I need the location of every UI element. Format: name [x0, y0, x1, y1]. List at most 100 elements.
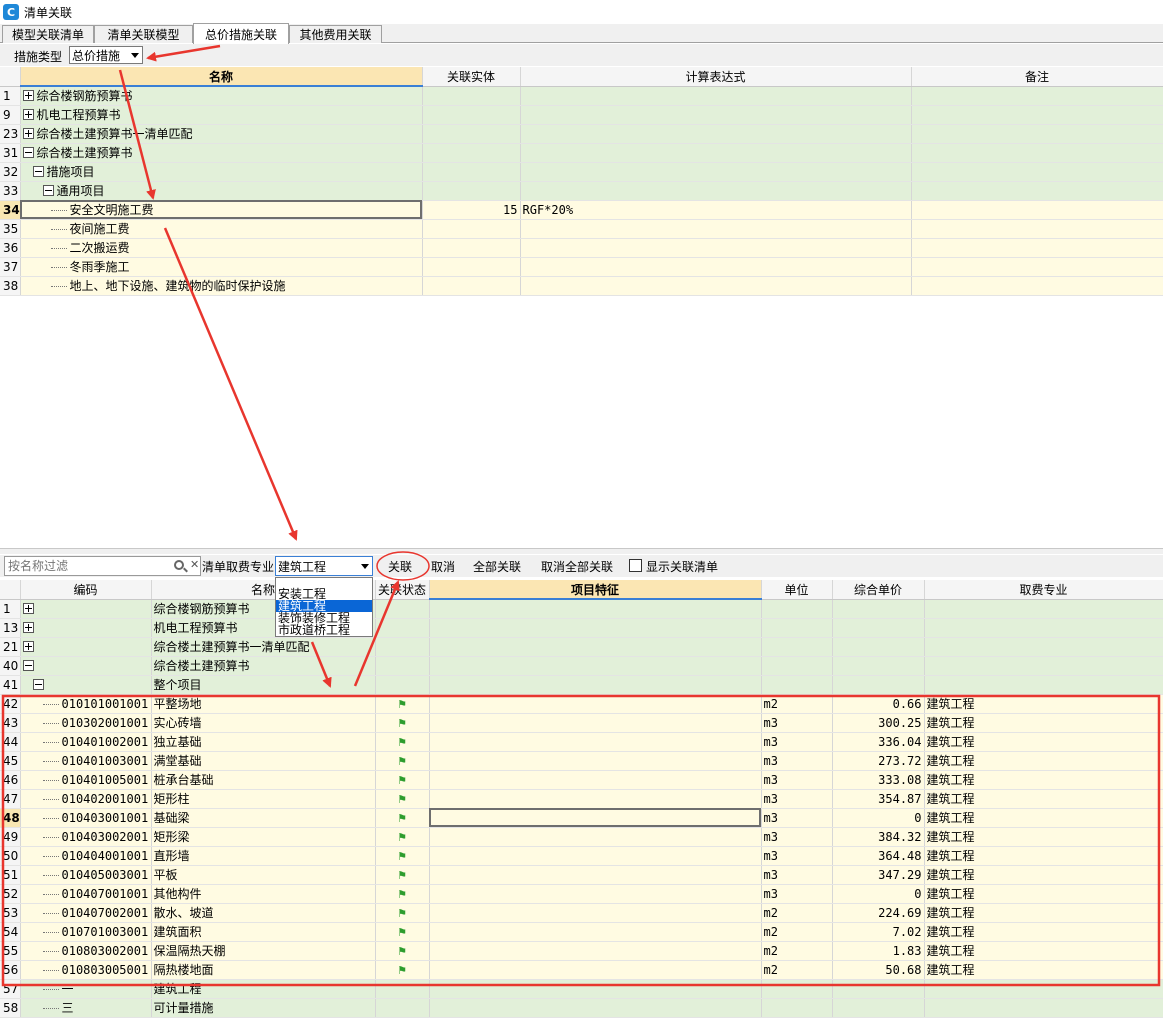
specialty-select[interactable]: 建筑工程 — [275, 556, 373, 576]
feature-cell[interactable] — [429, 637, 762, 657]
name-cell[interactable]: 满堂基础 — [151, 751, 376, 771]
specialty-cell[interactable]: 建筑工程 — [924, 808, 1163, 828]
note-cell[interactable] — [911, 276, 1163, 296]
name-cell[interactable]: 机电工程预算书 — [20, 105, 423, 125]
name-cell[interactable]: 其他构件 — [151, 884, 376, 904]
table-row[interactable]: 38 地上、地下设施、建筑物的临时保护设施 — [0, 276, 1163, 296]
note-cell[interactable] — [911, 181, 1163, 201]
tab-list-link-model[interactable]: 清单关联模型 — [94, 25, 193, 43]
unit-price-cell[interactable] — [832, 979, 925, 999]
feature-cell[interactable] — [429, 846, 762, 866]
expression-cell[interactable] — [520, 162, 912, 182]
code-cell[interactable] — [20, 599, 152, 619]
expression-cell[interactable] — [520, 181, 912, 201]
name-cell[interactable]: 综合楼土建预算书 — [151, 656, 376, 676]
link-status-cell[interactable]: ⚑ — [375, 751, 430, 771]
unit-cell[interactable]: m3 — [761, 789, 833, 809]
unit-cell[interactable] — [761, 675, 833, 695]
show-linked-checkbox[interactable] — [629, 559, 642, 572]
code-cell[interactable]: 010402001001 — [20, 789, 152, 809]
note-cell[interactable] — [911, 86, 1163, 106]
specialty-cell[interactable]: 建筑工程 — [924, 846, 1163, 866]
name-cell[interactable]: 矩形柱 — [151, 789, 376, 809]
unit-price-cell[interactable]: 364.48 — [832, 846, 925, 866]
table-row[interactable]: 33 通用项目 — [0, 181, 1163, 201]
table-row[interactable]: 9 机电工程预算书 — [0, 105, 1163, 125]
dropdown-option[interactable]: 市政道桥工程 — [276, 624, 372, 636]
note-cell[interactable] — [911, 124, 1163, 144]
unit-cell[interactable] — [761, 637, 833, 657]
table-row[interactable]: 37 冬雨季施工 — [0, 257, 1163, 277]
unit-cell[interactable]: m3 — [761, 751, 833, 771]
entity-cell[interactable] — [422, 105, 521, 125]
name-cell[interactable]: 通用项目 — [20, 181, 423, 201]
feature-cell[interactable] — [429, 770, 762, 790]
name-cell[interactable]: 建筑面积 — [151, 922, 376, 942]
code-cell[interactable]: 三 — [20, 998, 152, 1018]
specialty-cell[interactable] — [924, 656, 1163, 676]
specialty-cell[interactable]: 建筑工程 — [924, 751, 1163, 771]
name-cell[interactable]: 综合楼钢筋预算书 — [20, 86, 423, 106]
collapse-icon[interactable] — [22, 659, 34, 671]
table-row[interactable]: 43 010302001001 实心砖墙 ⚑ m3 300.25 建筑工程 — [0, 713, 1163, 733]
unit-price-cell[interactable]: 354.87 — [832, 789, 925, 809]
tab-model-link-list[interactable]: 模型关联清单 — [2, 25, 94, 43]
name-cell[interactable]: 地上、地下设施、建筑物的临时保护设施 — [20, 276, 423, 296]
name-cell[interactable]: 安全文明施工费 — [20, 200, 423, 220]
unit-price-cell[interactable]: 273.72 — [832, 751, 925, 771]
unit-price-cell[interactable]: 1.83 — [832, 941, 925, 961]
code-cell[interactable]: 010701003001 — [20, 922, 152, 942]
name-cell[interactable]: 可计量措施 — [151, 998, 376, 1018]
table-row[interactable]: 46 010401005001 桩承台基础 ⚑ m3 333.08 建筑工程 — [0, 770, 1163, 790]
entity-cell[interactable] — [422, 124, 521, 144]
unit-price-cell[interactable]: 50.68 — [832, 960, 925, 980]
name-cell[interactable]: 隔热楼地面 — [151, 960, 376, 980]
feature-cell[interactable] — [429, 789, 762, 809]
code-cell[interactable]: 010401002001 — [20, 732, 152, 752]
link-status-cell[interactable] — [375, 656, 430, 676]
link-status-cell[interactable]: ⚑ — [375, 694, 430, 714]
link-status-cell[interactable]: ⚑ — [375, 846, 430, 866]
entity-cell[interactable] — [422, 238, 521, 258]
collapse-icon[interactable] — [22, 147, 34, 158]
unit-cell[interactable]: m3 — [761, 732, 833, 752]
table-row[interactable]: 44 010401002001 独立基础 ⚑ m3 336.04 建筑工程 — [0, 732, 1163, 752]
unit-cell[interactable]: m3 — [761, 713, 833, 733]
table-row[interactable]: 21 综合楼土建预算书一清单匹配 — [0, 637, 1163, 657]
table-row[interactable]: 45 010401003001 满堂基础 ⚑ m3 273.72 建筑工程 — [0, 751, 1163, 771]
unit-cell[interactable] — [761, 618, 833, 638]
name-cell[interactable]: 二次搬运费 — [20, 238, 423, 258]
code-cell[interactable]: 010404001001 — [20, 846, 152, 866]
specialty-cell[interactable] — [924, 979, 1163, 999]
cancel-button[interactable]: 取消 — [431, 558, 455, 575]
specialty-cell[interactable]: 建筑工程 — [924, 865, 1163, 885]
note-cell[interactable] — [911, 257, 1163, 277]
specialty-cell[interactable] — [924, 599, 1163, 619]
expression-cell[interactable] — [520, 276, 912, 296]
unit-cell[interactable]: m3 — [761, 865, 833, 885]
table-row[interactable]: 51 010405003001 平板 ⚑ m3 347.29 建筑工程 — [0, 865, 1163, 885]
name-cell[interactable]: 综合楼土建预算书一清单匹配 — [20, 124, 423, 144]
collapse-icon[interactable] — [32, 166, 44, 177]
pane-splitter[interactable] — [0, 548, 1163, 554]
code-cell[interactable] — [20, 618, 152, 638]
entity-cell[interactable] — [422, 276, 521, 296]
feature-cell[interactable] — [429, 751, 762, 771]
code-cell[interactable]: 010302001001 — [20, 713, 152, 733]
entity-cell[interactable] — [422, 86, 521, 106]
feature-cell[interactable] — [429, 732, 762, 752]
code-cell[interactable] — [20, 637, 152, 657]
feature-cell[interactable] — [429, 884, 762, 904]
cancel-all-button[interactable]: 取消全部关联 — [541, 558, 613, 575]
table-row[interactable]: 48 010403001001 基础梁 ⚑ m3 0 建筑工程 — [0, 808, 1163, 828]
table-row[interactable]: 56 010803005001 隔热楼地面 ⚑ m2 50.68 建筑工程 — [0, 960, 1163, 980]
note-cell[interactable] — [911, 219, 1163, 239]
note-cell[interactable] — [911, 162, 1163, 182]
unit-cell[interactable] — [761, 599, 833, 619]
feature-cell[interactable] — [429, 865, 762, 885]
tab-other-costs[interactable]: 其他费用关联 — [289, 25, 382, 43]
table-row[interactable]: 47 010402001001 矩形柱 ⚑ m3 354.87 建筑工程 — [0, 789, 1163, 809]
feature-cell[interactable] — [429, 922, 762, 942]
specialty-cell[interactable] — [924, 675, 1163, 695]
specialty-cell[interactable]: 建筑工程 — [924, 713, 1163, 733]
